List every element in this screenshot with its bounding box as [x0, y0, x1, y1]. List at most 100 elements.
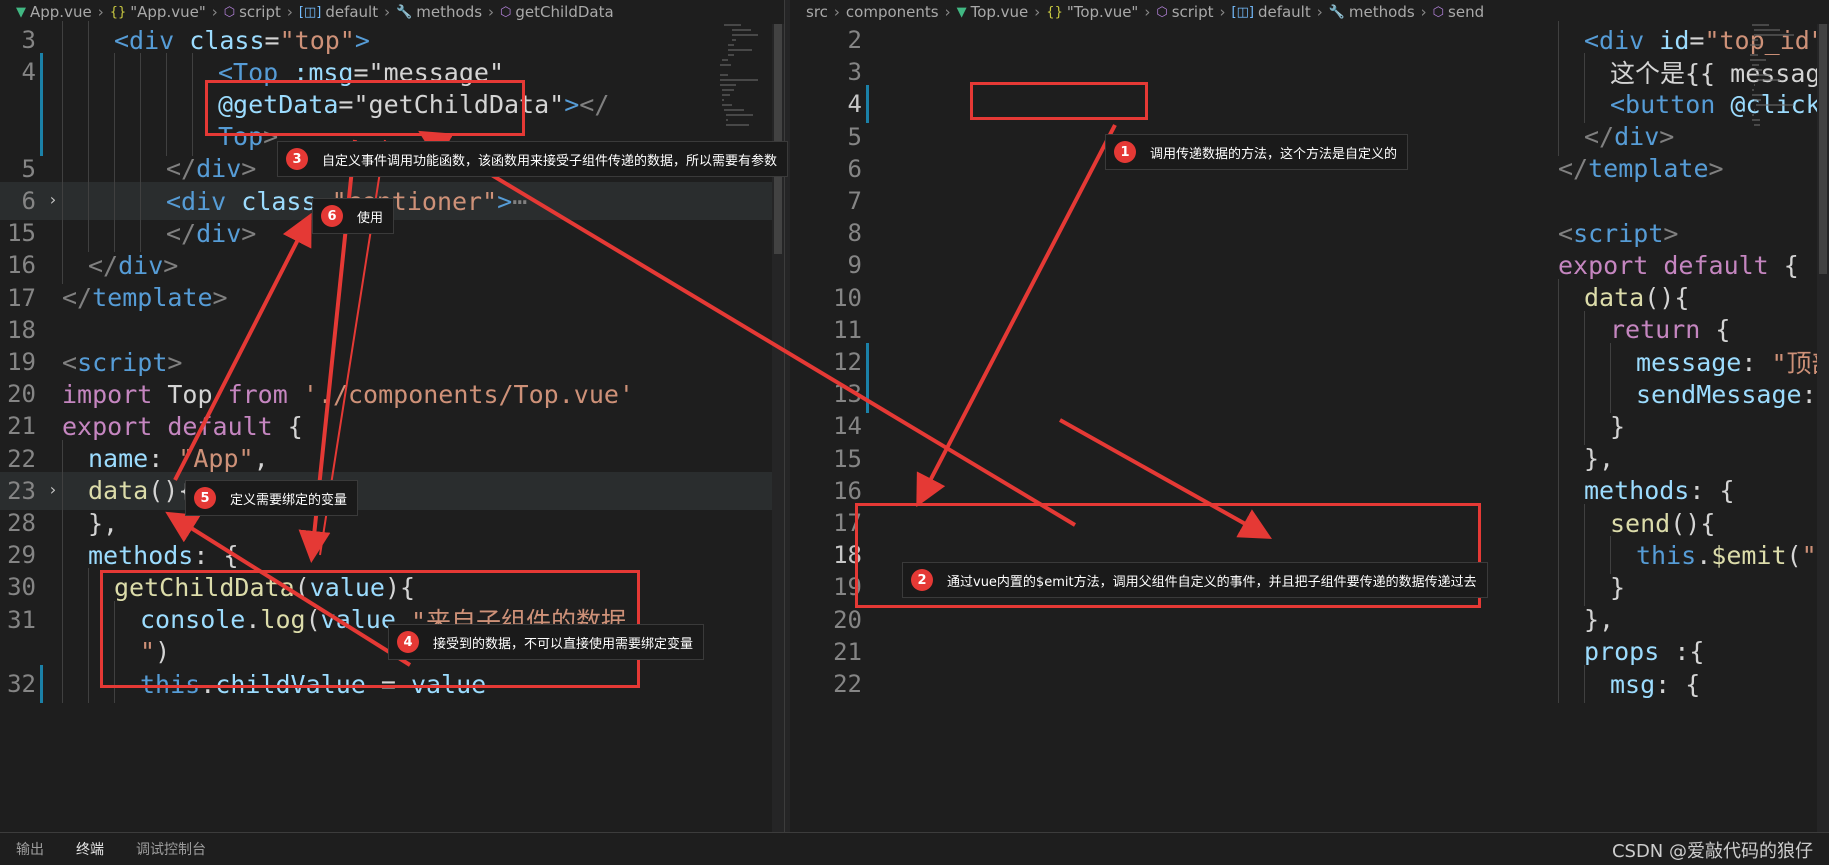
callout-1-text: 调用传递数据的方法，这个方法是自定义的: [1150, 146, 1398, 162]
code-token: class: [241, 186, 317, 216]
callout-2-text: 通过vue内置的$emit方法，调用父组件自定义的事件，并且把子组件要传递的数据…: [947, 574, 1477, 590]
code-token: script: [77, 347, 168, 377]
callout-6: 6 使用: [312, 198, 395, 234]
badge-5: 5: [194, 487, 216, 509]
code-token: @getData: [218, 89, 339, 119]
code-token: data: [1584, 283, 1645, 313]
code-token: template: [1588, 154, 1709, 184]
left-breadcrumb-item[interactable]: ⬡ script: [224, 3, 281, 21]
minimap-line: [1752, 24, 1769, 26]
breadcrumb-separator-icon: ›: [1316, 3, 1323, 21]
breadcrumb-label: components: [845, 3, 939, 21]
code-token: getChildData: [114, 572, 295, 602]
code-token: </: [579, 89, 610, 119]
breadcrumb-label: script: [1171, 3, 1214, 21]
right-scrollbar[interactable]: [1817, 24, 1829, 832]
minimap-line: [1756, 74, 1770, 76]
code-token: .: [1696, 540, 1712, 570]
code-token: div: [196, 218, 242, 248]
minimap-line: [1754, 124, 1760, 126]
code-token: value: [410, 669, 487, 699]
code-token: =: [1689, 25, 1705, 55]
code-token: <div: [114, 25, 190, 55]
wrench-icon: 🔧: [1328, 4, 1345, 20]
minimap-line: [728, 44, 734, 46]
code-token: <div: [1584, 25, 1660, 55]
minimap-line: [1756, 104, 1794, 106]
left-editor-pane[interactable]: ▼ App.vue ›{} "App.vue" › ⬡ script › [◫] default ›…: [0, 0, 784, 832]
code-token: Top: [218, 122, 264, 152]
badge-4: 4: [397, 631, 419, 653]
code-token: <Top: [218, 57, 294, 87]
code-token: </: [1584, 122, 1615, 152]
badge-6: 6: [321, 205, 343, 227]
left-scroll-thumb[interactable]: [774, 24, 782, 254]
code-token: {: [287, 411, 303, 441]
code-token: =: [365, 669, 411, 699]
left-breadcrumb-item[interactable]: ▼ App.vue: [16, 3, 92, 21]
left-breadcrumb-item[interactable]: 🔧 methods: [396, 3, 482, 21]
indent-guide: [88, 665, 89, 703]
right-minimap[interactable]: [1750, 24, 1798, 264]
vue-file-icon: ▼: [956, 4, 967, 20]
tab-output[interactable]: 输出: [0, 833, 60, 865]
cube-icon: ⬡: [1432, 4, 1445, 20]
minimap-line: [732, 39, 736, 41]
right-breadcrumb-item[interactable]: components: [846, 3, 939, 21]
code-token: </: [166, 154, 197, 184]
code-token: send: [1610, 508, 1671, 538]
code-token: >: [212, 283, 228, 313]
right-breadcrumb-item[interactable]: {} "Top.vue": [1046, 3, 1138, 21]
minimap-line: [1754, 99, 1761, 101]
code-token: </: [166, 218, 197, 248]
code-token: : {: [1689, 476, 1735, 506]
code-token: },: [1584, 444, 1615, 474]
right-breadcrumb-item[interactable]: ▼ Top.vue: [957, 3, 1029, 21]
breadcrumb-label: "App.vue": [130, 3, 206, 21]
indent-guide: [114, 665, 115, 703]
right-editor-pane[interactable]: src › components › ▼ Top.vue ›{} "Top.vue" › ⬡ scr…: [790, 0, 1829, 832]
code-token: export: [1558, 250, 1664, 280]
right-scroll-thumb[interactable]: [1819, 24, 1827, 274]
braces-icon: {}: [109, 4, 127, 20]
left-breadcrumb-item[interactable]: [◫] default: [299, 3, 378, 21]
right-breadcrumb-item[interactable]: 🔧 methods: [1329, 3, 1415, 21]
tab-terminal[interactable]: 终端: [60, 833, 120, 865]
tab-debug-console[interactable]: 调试控制台: [120, 833, 222, 865]
code-token: >: [1708, 154, 1724, 184]
minimap-line: [724, 109, 744, 111]
code-token: log: [260, 605, 306, 635]
right-breadcrumb-item[interactable]: ⬡ send: [1433, 3, 1484, 21]
left-breadcrumb-item[interactable]: {} "App.vue": [110, 3, 206, 21]
minimap-line: [722, 94, 730, 96]
minimap-line: [1756, 79, 1780, 81]
git-modified-marker: [40, 665, 43, 703]
callout-3-text: 自定义事件调用功能函数，该函数用来接受子组件传递的数据，所以需要有参数: [322, 153, 778, 169]
right-breadcrumb-item[interactable]: [◫] default: [1232, 3, 1311, 21]
minimap-line: [1752, 64, 1759, 66]
code-token: "message": [368, 57, 505, 87]
minimap-line: [1750, 44, 1761, 46]
cube-icon: ⬡: [1156, 4, 1168, 20]
minimap-line: [724, 24, 741, 26]
fold-chevron-icon[interactable]: ›: [48, 190, 58, 209]
code-token: class: [189, 25, 265, 55]
code-token: (: [294, 572, 310, 602]
breadcrumb-label: methods: [1348, 3, 1415, 21]
left-code-line[interactable]: 32 this. childValue = value: [0, 665, 784, 703]
callout-2: 2 通过vue内置的$emit方法，调用父组件自定义的事件，并且把子组件要传递的…: [902, 562, 1488, 598]
minimap-line: [720, 64, 731, 66]
right-breadcrumb-item[interactable]: ⬡ script: [1156, 3, 1213, 21]
code-text: this. childValue = value: [140, 665, 486, 703]
minimap-line: [1752, 119, 1760, 121]
right-code-line[interactable]: 22 msg: {: [790, 665, 1829, 703]
fold-chevron-icon[interactable]: ›: [48, 480, 58, 499]
code-token: <button: [1610, 89, 1731, 119]
minimap-line: [1754, 69, 1762, 71]
code-token: },: [1584, 605, 1615, 635]
left-breadcrumb-item[interactable]: ⬡ getChildData: [500, 3, 614, 21]
code-token: "getChildData": [353, 89, 565, 119]
code-token: }: [1610, 411, 1626, 441]
code-token: >: [167, 347, 183, 377]
right-breadcrumb-item[interactable]: src: [806, 3, 828, 21]
